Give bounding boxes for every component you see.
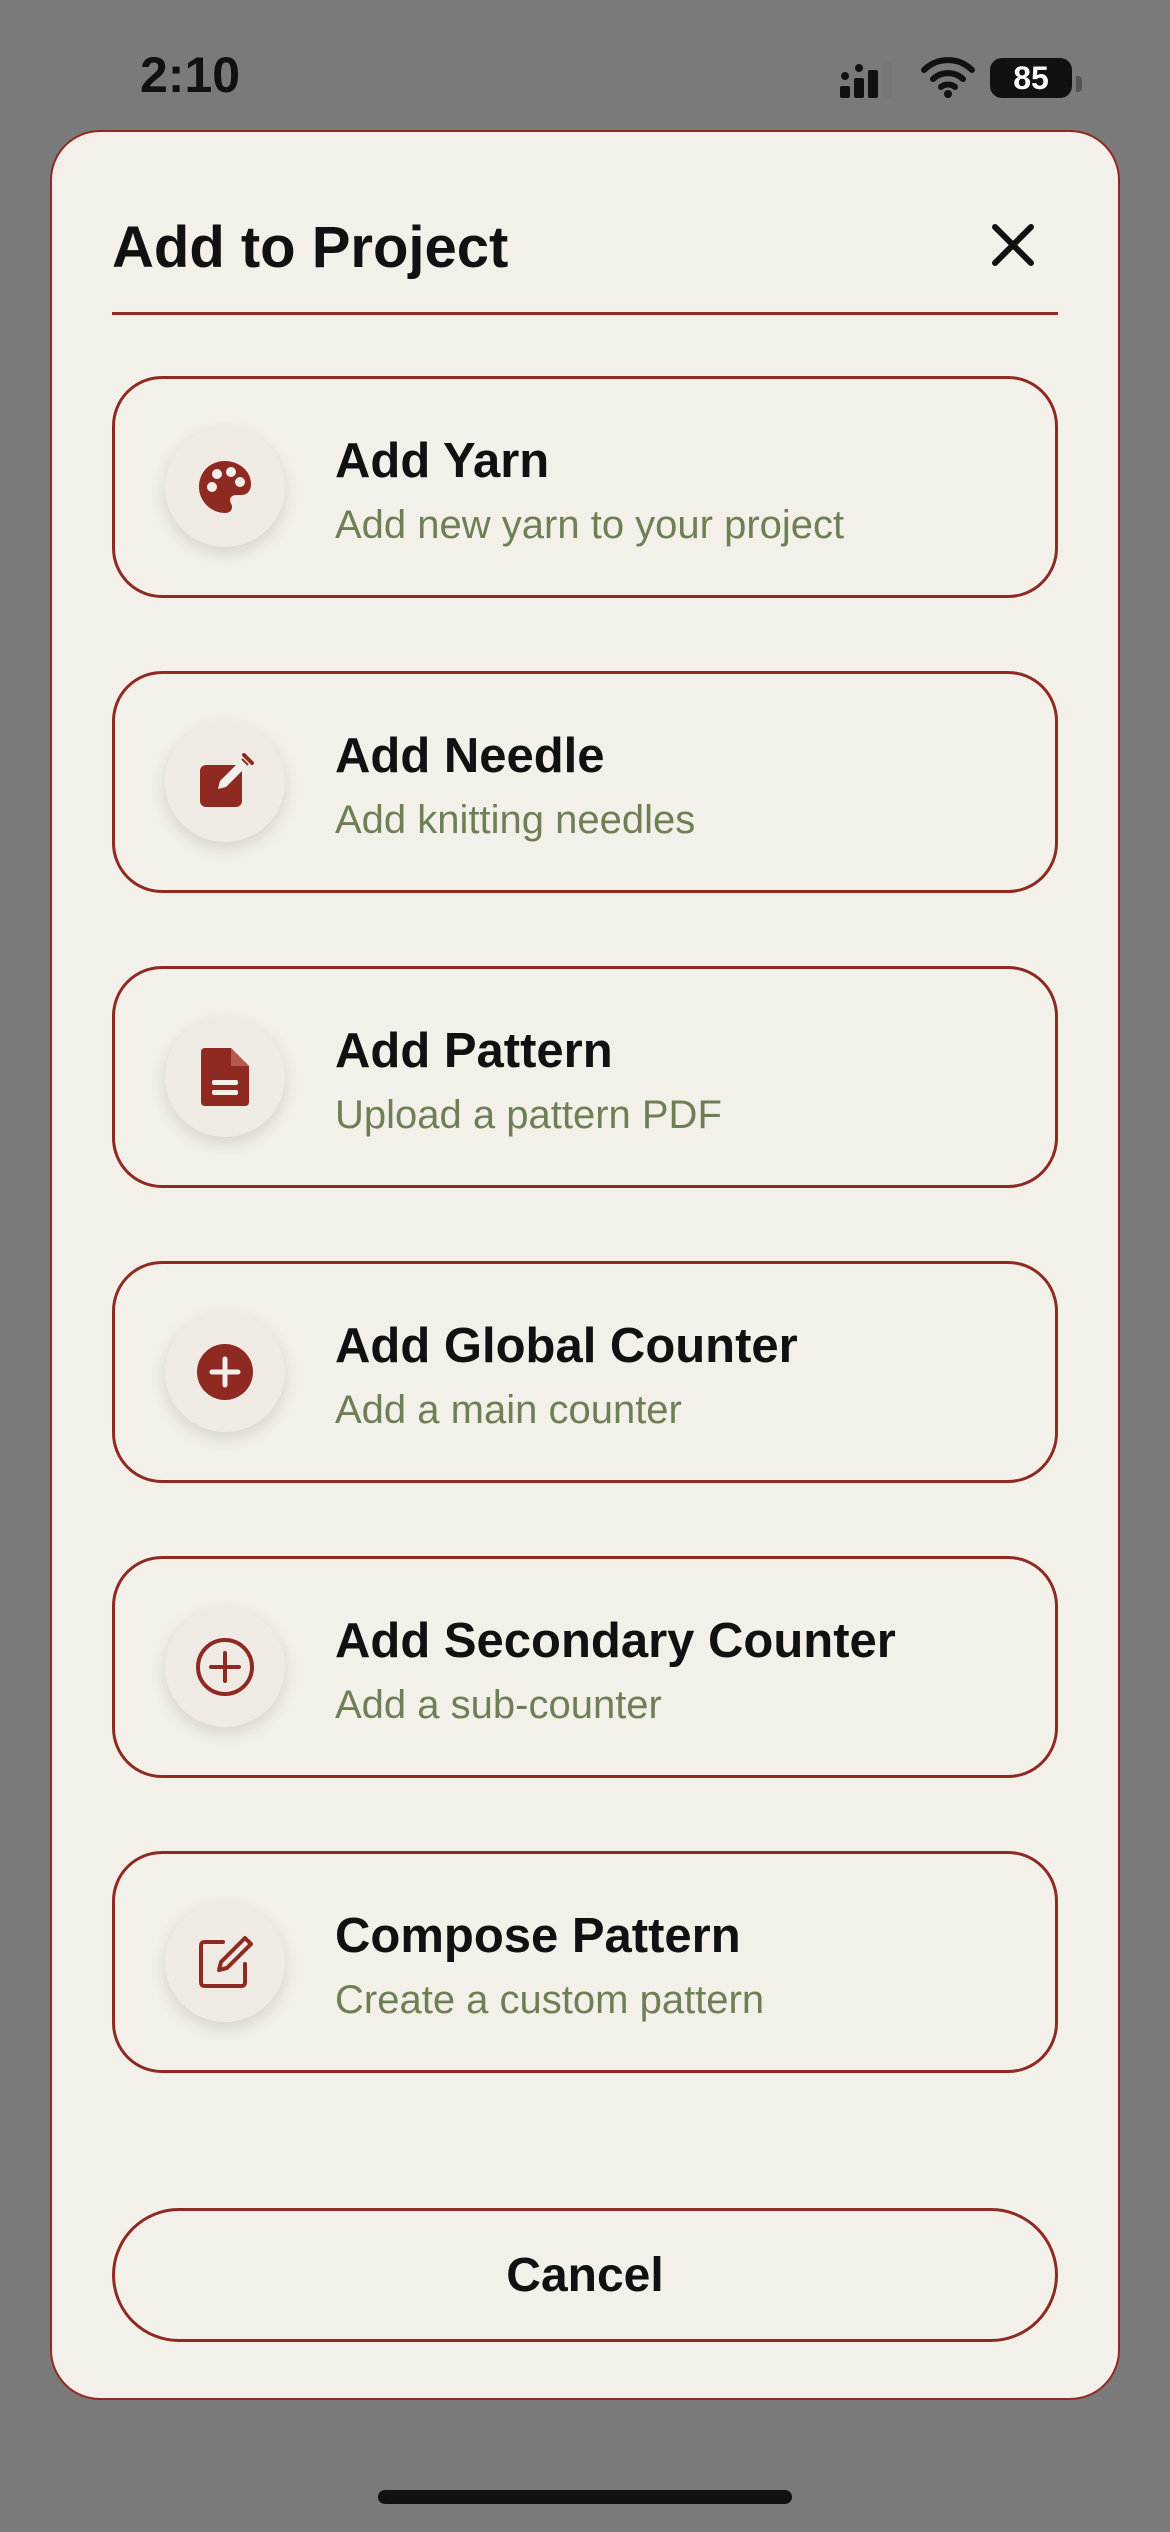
cancel-button[interactable]: Cancel: [112, 2208, 1058, 2342]
option-text: Add Yarn Add new yarn to your project: [335, 431, 844, 553]
add-pattern-option[interactable]: Add Pattern Upload a pattern PDF: [112, 966, 1058, 1188]
option-subtitle: Create a custom pattern: [335, 1978, 765, 2022]
option-icon-container: [165, 1017, 285, 1137]
option-title: Add Pattern: [335, 1024, 613, 1078]
option-icon-container: [165, 1607, 285, 1727]
option-icon-container: [165, 1902, 285, 2022]
option-text: Compose Pattern Create a custom pattern: [335, 1906, 764, 2028]
option-text: Add Pattern Upload a pattern PDF: [335, 1021, 722, 1143]
plus-circle-outline-icon: [196, 1638, 254, 1696]
palette-icon: [199, 461, 251, 513]
option-subtitle: Upload a pattern PDF: [335, 1093, 722, 1137]
cellular-signal-icon: [840, 62, 892, 98]
option-title: Add Global Counter: [335, 1319, 798, 1373]
add-to-project-sheet: Add to Project Add Yarn Add new yarn to …: [50, 130, 1120, 2400]
option-subtitle: Add knitting needles: [335, 798, 696, 842]
wifi-icon: [921, 57, 975, 98]
battery-indicator: 85: [990, 58, 1082, 98]
add-needle-option[interactable]: Add Needle Add knitting needles: [112, 671, 1058, 893]
option-title: Compose Pattern: [335, 1909, 741, 1963]
compose-pattern-option[interactable]: Compose Pattern Create a custom pattern: [112, 1851, 1058, 2073]
add-secondary-counter-option[interactable]: Add Secondary Counter Add a sub-counter: [112, 1556, 1058, 1778]
add-global-counter-option[interactable]: Add Global Counter Add a main counter: [112, 1261, 1058, 1483]
options-list: Add Yarn Add new yarn to your project Ad…: [112, 376, 1058, 2146]
battery-level: 85: [1013, 59, 1049, 96]
option-icon-container: [165, 1312, 285, 1432]
add-yarn-option[interactable]: Add Yarn Add new yarn to your project: [112, 376, 1058, 598]
option-text: Add Needle Add knitting needles: [335, 726, 695, 848]
option-text: Add Secondary Counter Add a sub-counter: [335, 1611, 896, 1733]
option-title: Add Yarn: [335, 434, 550, 488]
close-icon: [992, 224, 1034, 266]
option-icon-container: [165, 427, 285, 547]
option-subtitle: Add new yarn to your project: [335, 503, 845, 547]
option-title: Add Secondary Counter: [335, 1614, 896, 1668]
close-button[interactable]: [978, 210, 1048, 280]
sheet-header: Add to Project: [112, 192, 1058, 315]
sheet-title: Add to Project: [112, 215, 509, 280]
option-icon-container: [165, 722, 285, 842]
option-text: Add Global Counter Add a main counter: [335, 1316, 798, 1438]
document-icon: [201, 1048, 249, 1106]
option-subtitle: Add a sub-counter: [335, 1683, 662, 1727]
status-time: 2:10: [140, 47, 241, 103]
status-bar: 2:10 85: [0, 0, 1170, 150]
option-subtitle: Add a main counter: [335, 1388, 682, 1432]
plus-circle-filled-icon: [197, 1344, 253, 1400]
home-indicator[interactable]: [378, 2490, 792, 2504]
edit-outline-icon: [199, 1936, 253, 1988]
edit-square-icon: [200, 753, 254, 807]
option-title: Add Needle: [335, 729, 605, 783]
